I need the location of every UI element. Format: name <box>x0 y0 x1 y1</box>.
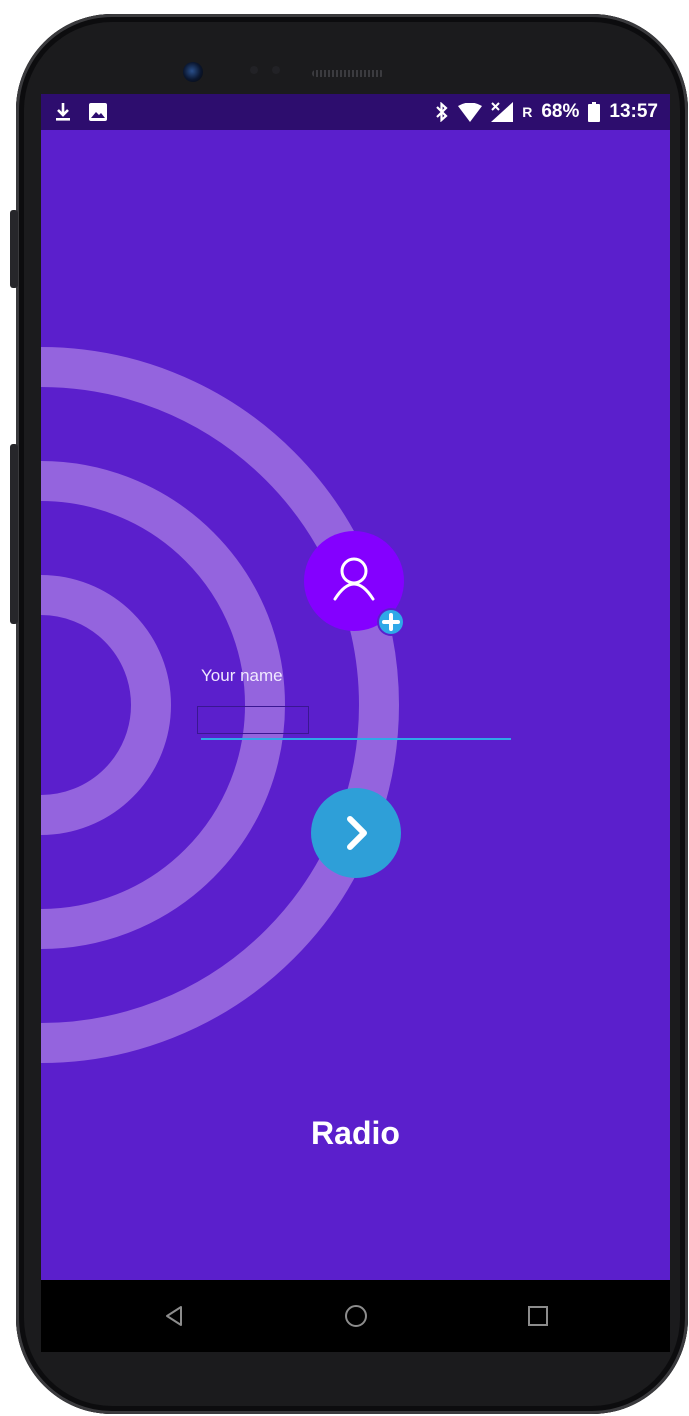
plus-icon <box>382 613 400 631</box>
phone-frame: R 68% 13:57 Your name Radio <box>0 0 689 1416</box>
name-input-underline <box>201 738 511 740</box>
screen: R 68% 13:57 Your name Radio <box>41 94 670 1348</box>
next-button[interactable] <box>311 788 401 878</box>
back-icon <box>166 1306 182 1326</box>
signal-no-data-icon <box>491 102 514 122</box>
image-icon <box>89 103 107 121</box>
home-button[interactable] <box>338 1298 374 1334</box>
proximity-sensor <box>250 66 258 74</box>
volume-button <box>10 210 18 288</box>
inner-ring <box>41 575 171 835</box>
app-title: Radio <box>311 1115 400 1151</box>
recents-icon <box>528 1306 548 1326</box>
status-bar: R 68% 13:57 <box>41 94 670 130</box>
status-right-icons: R 68% 13:57 <box>435 94 658 130</box>
home-icon <box>345 1305 367 1327</box>
light-sensor <box>272 66 280 74</box>
battery-percent: 68% <box>541 101 580 122</box>
earpiece-speaker <box>312 70 384 77</box>
wifi-icon <box>458 102 483 122</box>
status-left-icons <box>55 94 107 130</box>
chevron-right-icon <box>347 816 367 850</box>
name-label: Your name <box>201 666 283 685</box>
front-camera <box>183 62 203 82</box>
roaming-indicator: R <box>522 104 533 120</box>
side-button <box>10 444 18 624</box>
recents-button[interactable] <box>520 1298 556 1334</box>
back-button[interactable] <box>156 1298 192 1334</box>
add-photo-button[interactable] <box>379 610 403 634</box>
radio-wave-rings <box>41 347 399 1063</box>
download-icon <box>56 103 70 121</box>
navigation-bar <box>41 1280 670 1352</box>
status-time: 13:57 <box>609 101 658 122</box>
bluetooth-icon <box>436 102 448 122</box>
name-input[interactable] <box>197 706 309 734</box>
battery-icon <box>588 102 601 122</box>
